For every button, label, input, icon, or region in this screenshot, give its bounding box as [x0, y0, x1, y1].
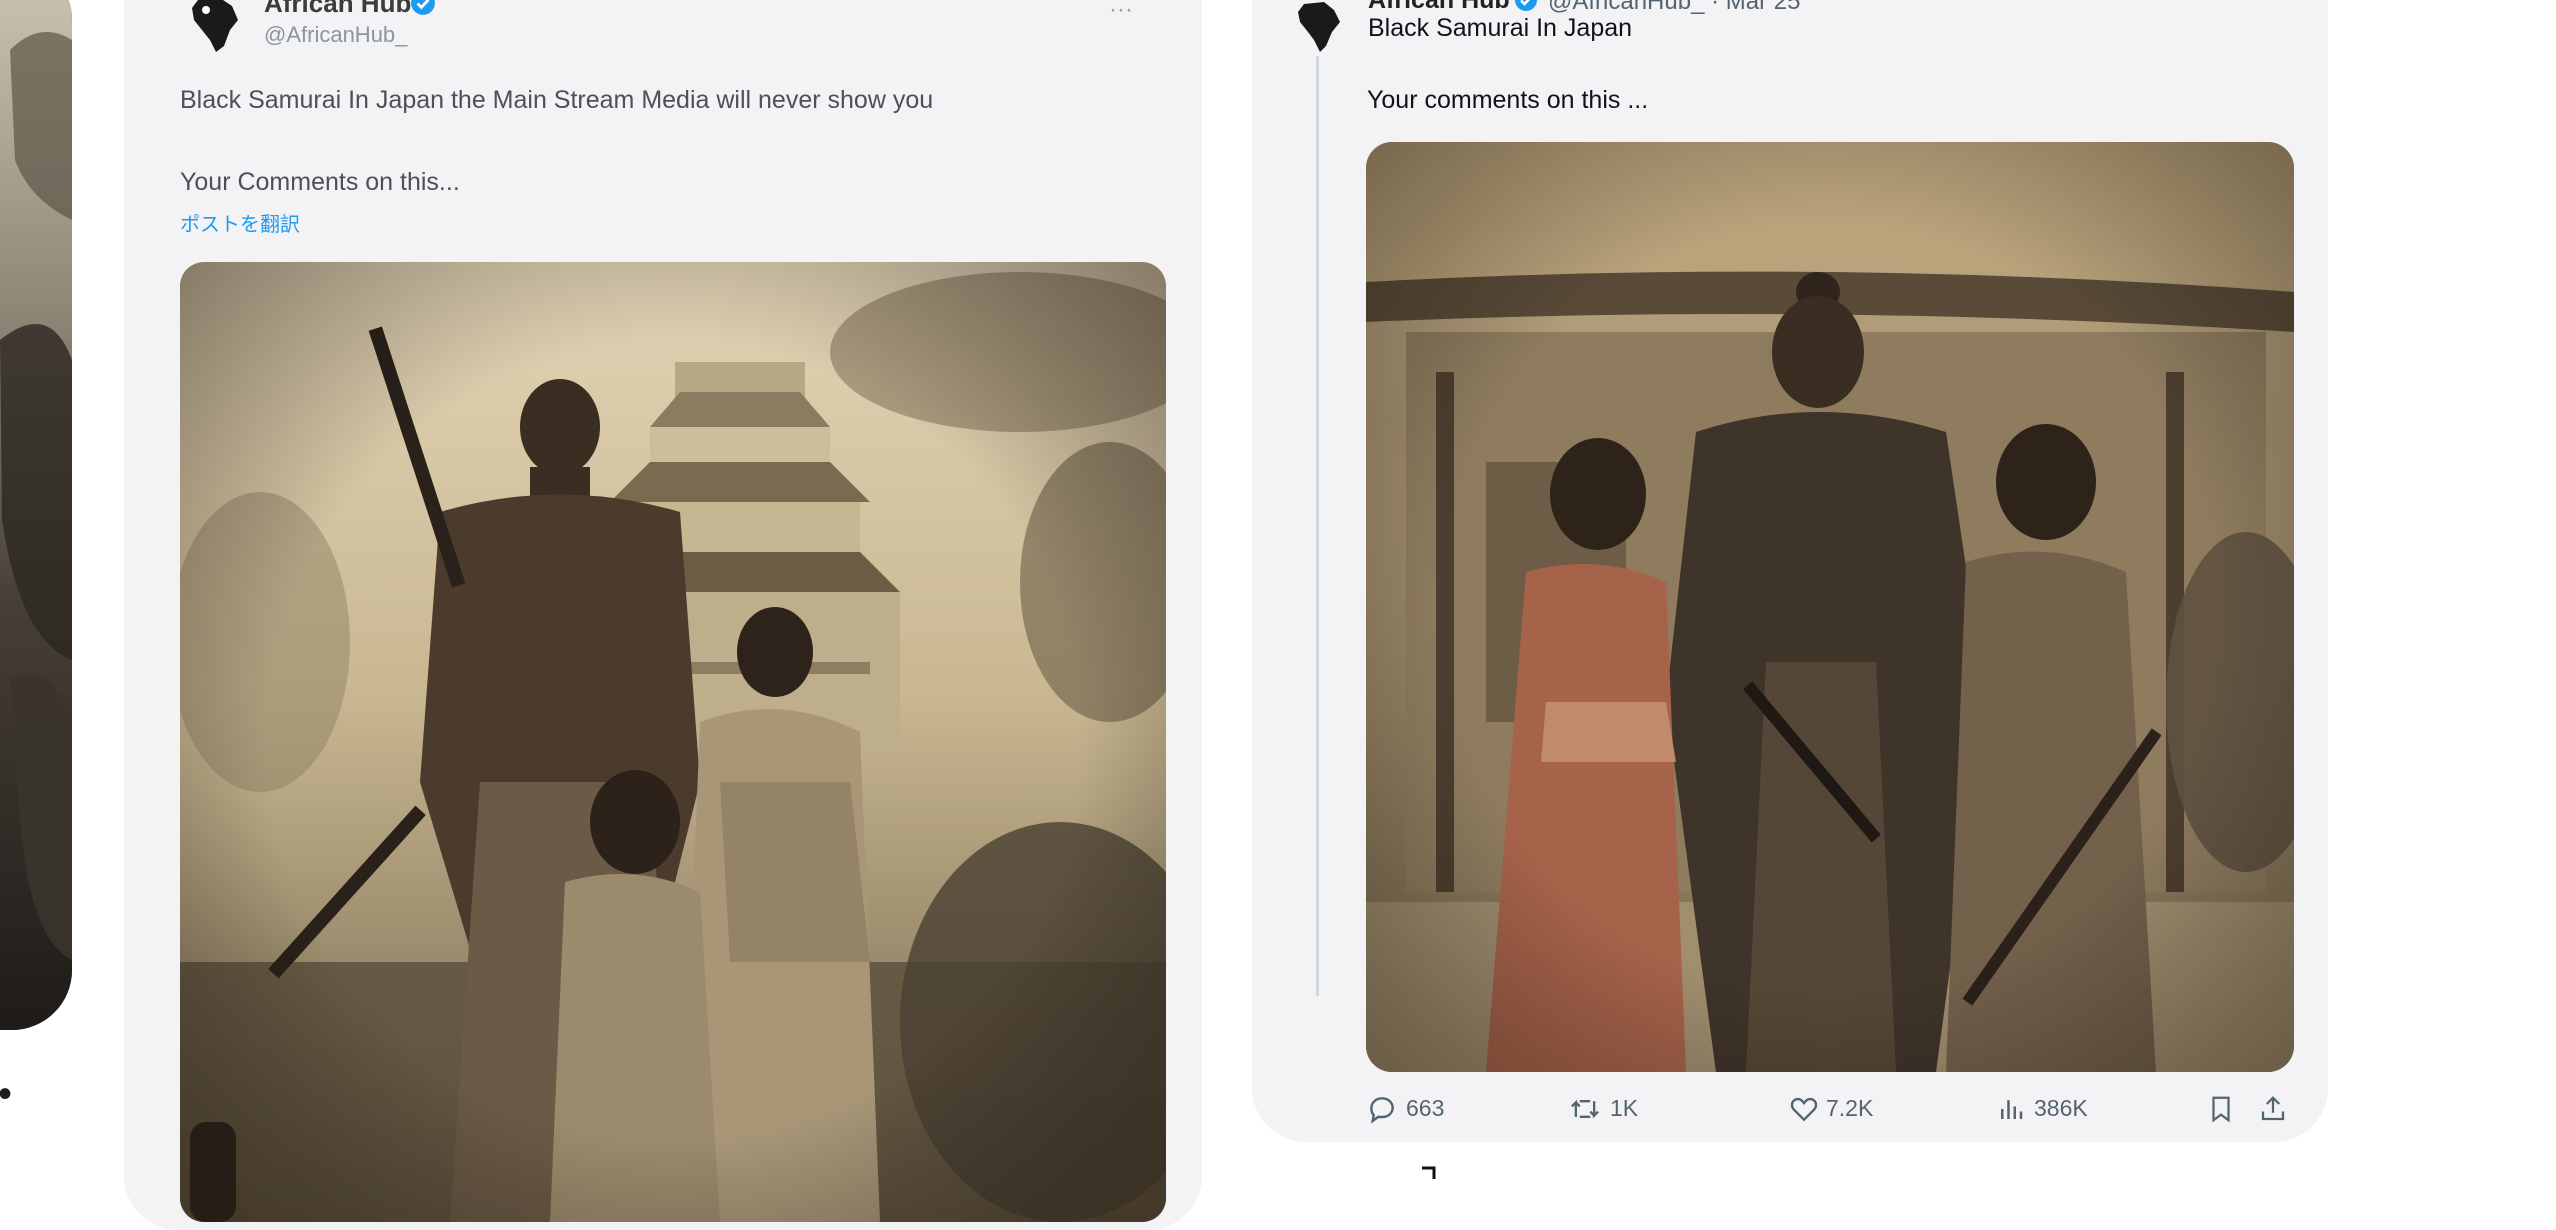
reply-count[interactable]: 663: [1406, 1095, 1444, 1122]
middle-tweet-card[interactable]: African Hub @AfricanHub_ ··· Black Samur…: [124, 0, 1202, 1230]
repost-icon[interactable]: [1568, 1093, 1602, 1125]
verified-icon: [1514, 0, 1538, 12]
translate-post-link[interactable]: ポストを翻訳: [180, 208, 300, 237]
share-icon[interactable]: [2258, 1092, 2288, 1126]
reply-icon[interactable]: [1366, 1093, 1398, 1125]
thread-line: [1316, 56, 1319, 996]
left-tweet-card[interactable]: [0, 0, 72, 1030]
quote-author-avatar[interactable]: [1288, 0, 1348, 56]
africa-logo-icon: [192, 0, 238, 52]
tweet-photo-samurai-family[interactable]: [180, 262, 1166, 1222]
more-options-button[interactable]: ···: [1109, 0, 1133, 24]
verified-icon: [410, 0, 436, 16]
quote-author-name[interactable]: African Hub: [1368, 0, 1510, 15]
repost-count[interactable]: 1K: [1610, 1095, 1638, 1122]
bookmark-icon[interactable]: [2206, 1092, 2236, 1126]
tweet-body-line2: Your Comments on this...: [180, 168, 460, 196]
quoted-post-comment: Your comments on this ...: [1367, 86, 1649, 114]
like-count[interactable]: 7.2K: [1826, 1095, 1873, 1122]
views-icon[interactable]: [1996, 1093, 2026, 1125]
bullet-dot: •: [0, 1072, 12, 1117]
quoted-post-title: Black Samurai In Japan: [1368, 14, 1633, 42]
right-tweet-card[interactable]: African Hub @AfricanHub_ · Mar 25 Black …: [1252, 0, 2328, 1142]
author-handle[interactable]: @AfricanHub_: [264, 22, 407, 48]
tweet-body-line1: Black Samurai In Japan the Main Stream M…: [180, 86, 934, 114]
partial-arrow-icon: [1420, 1166, 1440, 1179]
africa-logo-icon: [1298, 2, 1340, 52]
quoted-photo-samurai-children[interactable]: [1366, 142, 2294, 1072]
views-count[interactable]: 386K: [2034, 1095, 2088, 1122]
author-avatar[interactable]: [180, 0, 248, 58]
author-name[interactable]: African Hub: [264, 0, 411, 19]
left-tweet-photo[interactable]: [0, 0, 72, 1030]
like-icon[interactable]: [1788, 1093, 1820, 1125]
